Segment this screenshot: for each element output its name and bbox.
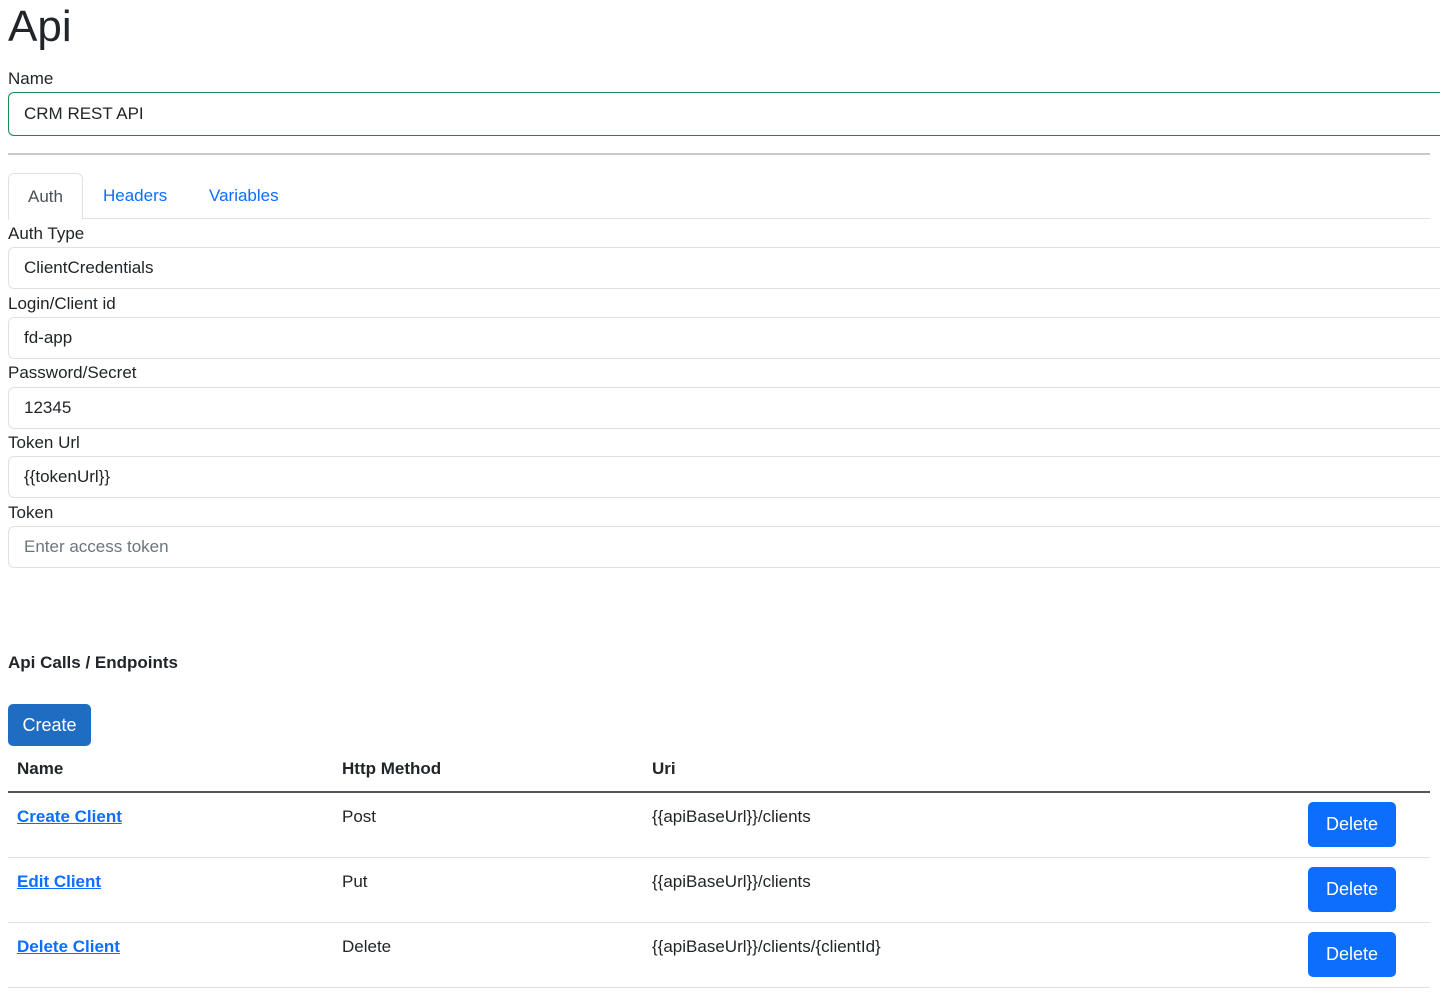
endpoint-method: Post [342, 807, 377, 826]
token-url-input[interactable] [8, 456, 1440, 498]
tab-auth[interactable]: Auth [8, 173, 83, 220]
column-header-name: Name [17, 759, 64, 778]
auth-type-input[interactable] [8, 247, 1440, 289]
tab-headers[interactable]: Headers [84, 173, 186, 219]
secret-input[interactable] [8, 387, 1440, 429]
endpoint-uri: {{apiBaseUrl}}/clients/{clientId} [652, 937, 881, 956]
create-button[interactable]: Create [8, 704, 91, 746]
auth-type-label: Auth Type [8, 224, 85, 243]
table-row: Create Client Post {{apiBaseUrl}}/client… [8, 793, 1430, 858]
endpoint-link[interactable]: Delete Client [17, 937, 120, 956]
name-input[interactable] [8, 92, 1440, 136]
client-id-label: Login/Client id [8, 294, 116, 313]
delete-button[interactable]: Delete [1308, 932, 1396, 977]
endpoint-link[interactable]: Create Client [17, 807, 122, 826]
table-header: Name Http Method Uri [8, 747, 1430, 793]
token-label: Token [8, 503, 54, 522]
endpoint-method: Put [342, 872, 368, 891]
token-url-label: Token Url [8, 433, 80, 452]
auth-tabs: Auth Headers Variables [8, 173, 1430, 220]
endpoint-uri: {{apiBaseUrl}}/clients [652, 872, 811, 891]
delete-button[interactable]: Delete [1308, 802, 1396, 847]
column-header-method: Http Method [342, 759, 442, 778]
endpoints-heading: Api Calls / Endpoints [8, 653, 179, 672]
name-label: Name [8, 69, 54, 88]
secret-label: Password/Secret [8, 363, 137, 382]
endpoints-table: Name Http Method Uri Create Client Post … [8, 747, 1430, 988]
endpoint-link[interactable]: Edit Client [17, 872, 101, 891]
delete-button[interactable]: Delete [1308, 867, 1396, 912]
table-row: Delete Client Delete {{apiBaseUrl}}/clie… [8, 923, 1430, 988]
column-header-uri: Uri [652, 759, 676, 778]
client-id-input[interactable] [8, 317, 1440, 359]
endpoint-method: Delete [342, 937, 392, 956]
table-row: Edit Client Put {{apiBaseUrl}}/clients D… [8, 858, 1430, 923]
divider [8, 153, 1430, 155]
api-edit-page: Api Name Auth Headers Variables Auth Typ… [0, 0, 1440, 1003]
token-input[interactable] [8, 526, 1440, 568]
page-title: Api [8, 2, 72, 51]
endpoint-uri: {{apiBaseUrl}}/clients [652, 807, 811, 826]
tab-variables[interactable]: Variables [190, 173, 298, 219]
